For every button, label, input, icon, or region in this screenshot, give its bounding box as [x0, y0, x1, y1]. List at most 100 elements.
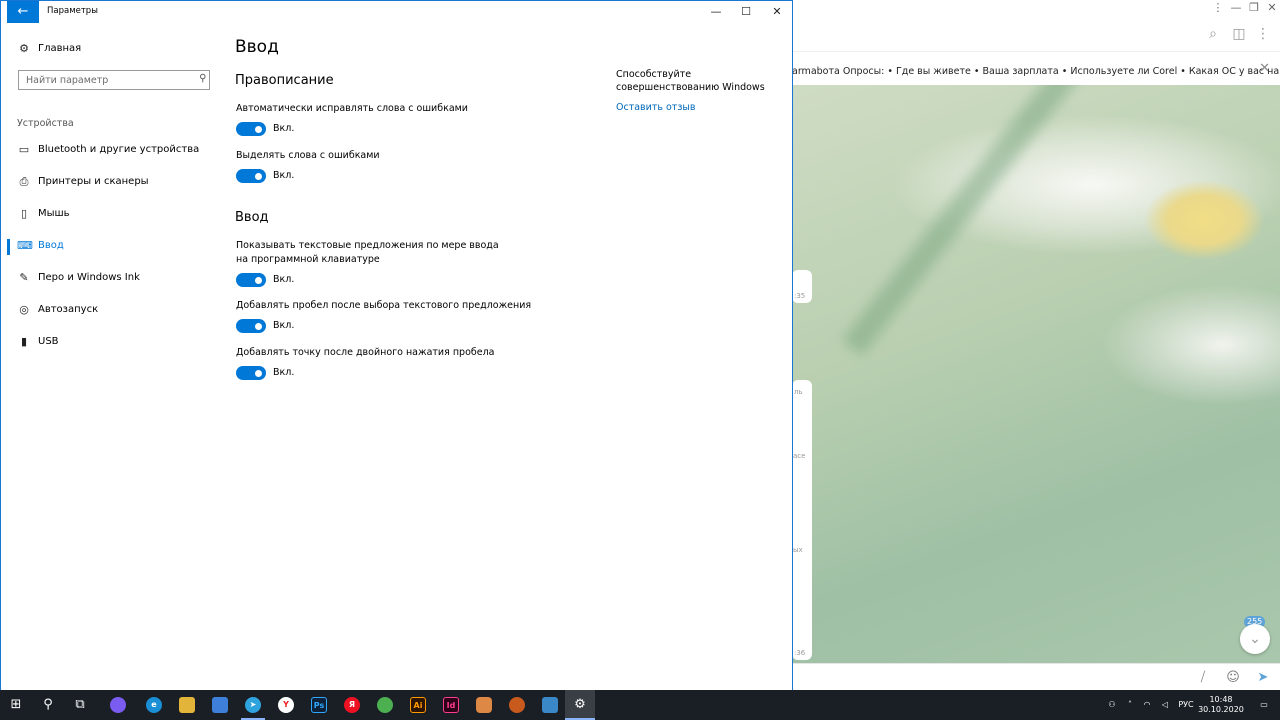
yandex-icon[interactable]: Я: [344, 697, 360, 713]
tg-more-icon[interactable]: ⋮: [1254, 25, 1272, 43]
option-highlight-label: Выделять слова с ошибками: [236, 150, 380, 161]
bluetooth-devices-icon: ▭: [18, 143, 30, 156]
highlight-misspelled-toggle[interactable]: [236, 169, 266, 183]
sidebar-item-typing[interactable]: ⌨ Ввод: [7, 236, 221, 258]
add-space-toggle[interactable]: [236, 319, 266, 333]
telegram-chat-header: ⌕ ◫ ⋮: [792, 16, 1280, 52]
close-button[interactable]: ✕: [762, 1, 792, 23]
settings-sidebar: ⚙ Главная ⚲ Устройства ▭ Bluetooth и дру…: [7, 23, 221, 691]
chat-wallpaper: [792, 85, 1280, 663]
autocorrect-toggle[interactable]: [236, 122, 266, 136]
task-view-icon[interactable]: ⧉: [64, 690, 96, 720]
search-icon[interactable]: ⚲: [199, 73, 206, 84]
settings-gear-icon[interactable]: ⚙: [564, 690, 596, 720]
edge-icon[interactable]: e: [146, 697, 162, 713]
maximize-button[interactable]: ☐: [731, 1, 761, 23]
store-icon[interactable]: [212, 697, 228, 713]
wallpaper-stem: [841, 85, 1121, 357]
toggle-knob: [255, 172, 262, 180]
printer-icon: ⎙: [19, 175, 29, 188]
back-button[interactable]: ←: [7, 1, 39, 23]
photos-icon[interactable]: [476, 697, 492, 713]
volume-icon[interactable]: ◁: [1158, 690, 1172, 720]
page-title: Ввод: [235, 37, 279, 57]
sidebar-item-label: USB: [38, 336, 59, 347]
wifi-icon[interactable]: ◠: [1140, 690, 1154, 720]
sidebar-item-label: Мышь: [38, 208, 70, 219]
start-button[interactable]: ⊞: [0, 690, 32, 720]
telegram-icon[interactable]: ➤: [245, 697, 261, 713]
tg-sidebar-icon[interactable]: ◫: [1230, 25, 1248, 43]
photoshop-icon[interactable]: Ps: [311, 697, 327, 713]
clock-time: 10:48: [1209, 695, 1233, 704]
sidebar-item-label: Bluetooth и другие устройства: [38, 144, 200, 155]
sidebar-item-label: Принтеры и сканеры: [38, 176, 149, 187]
chrome-icon[interactable]: [377, 697, 393, 713]
pinned-text: armabота Опросы: • Где вы живете • Ваша …: [792, 66, 1280, 77]
feedback-link[interactable]: Оставить отзыв: [616, 101, 786, 114]
autoplay-icon: ◎: [19, 303, 29, 316]
toggle-knob: [255, 369, 262, 377]
settings-search[interactable]: ⚲: [18, 70, 210, 90]
indesign-icon[interactable]: Id: [443, 697, 459, 713]
sidebar-item-printers[interactable]: ⎙ Принтеры и сканеры: [7, 172, 221, 194]
message-fragment: ых: [793, 546, 803, 554]
message-time: :36: [794, 649, 806, 657]
toggle-knob: [255, 322, 262, 330]
chat-message[interactable]: ль асе ых :36: [792, 380, 812, 660]
keyboard-icon: ⌨: [17, 239, 33, 252]
sidebar-item-label: Автозапуск: [38, 304, 99, 315]
file-explorer-icon[interactable]: [179, 697, 195, 713]
scroll-down-button[interactable]: ⌄: [1240, 624, 1270, 654]
add-period-toggle[interactable]: [236, 366, 266, 380]
feedback-text: Способствуйте совершенствованию Windows: [616, 69, 765, 93]
sidebar-item-usb[interactable]: ▮ USB: [7, 332, 221, 354]
message-fragment: ль: [794, 388, 803, 396]
feedback-panel: Способствуйте совершенствованию Windows …: [616, 68, 786, 114]
tg-maximize-button[interactable]: ❐: [1246, 0, 1262, 16]
settings-window: ← Параметры — ☐ ✕ ⚙ Главная ⚲ Устройства…: [0, 0, 793, 693]
tg-close-button[interactable]: ✕: [1264, 0, 1280, 16]
tray-chevron-icon[interactable]: ˄: [1124, 690, 1136, 720]
option-add-period-label: Добавлять точку после двойного нажатия п…: [236, 347, 495, 358]
message-time: :35: [794, 292, 806, 300]
minimize-button[interactable]: —: [701, 1, 731, 23]
clock[interactable]: 10:48 30.10.2020: [1196, 695, 1246, 715]
people-icon[interactable]: ⚇: [1104, 690, 1120, 720]
app-icon[interactable]: [509, 697, 525, 713]
search-input[interactable]: [19, 71, 189, 89]
taskbar: ⊞ ⚲ ⧉ e ➤ Y Ps Я Ai Id ⚙ ⚇ ˄ ◠ ◁ РУС 10:…: [0, 690, 1280, 720]
toggle-state-label: Вкл.: [273, 123, 295, 134]
notifications-icon[interactable]: ▭: [1256, 690, 1272, 720]
tg-minimize-button[interactable]: —: [1228, 0, 1244, 16]
text-suggestions-toggle[interactable]: [236, 273, 266, 287]
gear-icon: ⚙: [19, 42, 29, 55]
commands-icon[interactable]: ⧸: [1194, 669, 1212, 687]
pinned-close-icon[interactable]: ✕: [1259, 61, 1270, 76]
language-indicator[interactable]: РУС: [1177, 690, 1195, 720]
tg-menu-icon[interactable]: ⋮: [1210, 0, 1226, 16]
nav-home[interactable]: ⚙ Главная: [7, 39, 221, 59]
nav-home-label: Главная: [38, 43, 82, 54]
section-spelling-title: Правописание: [235, 73, 334, 88]
pen-icon: ✎: [19, 271, 29, 284]
search-icon[interactable]: ⚲: [32, 690, 64, 720]
telegram-pinned-bar[interactable]: armabота Опросы: • Где вы живете • Ваша …: [792, 53, 1280, 85]
sidebar-item-bluetooth[interactable]: ▭ Bluetooth и другие устройства: [7, 140, 221, 162]
chat-message[interactable]: :35: [792, 270, 812, 303]
yandex-browser-icon[interactable]: Y: [278, 697, 294, 713]
emoji-icon[interactable]: ☺: [1224, 669, 1242, 687]
section-typing-title: Ввод: [235, 210, 269, 225]
telegram-message-input[interactable]: ⧸ ☺ ➤: [792, 663, 1280, 690]
alice-icon[interactable]: [110, 697, 126, 713]
tg-search-icon[interactable]: ⌕: [1204, 25, 1222, 43]
toggle-state-label: Вкл.: [273, 274, 295, 285]
send-icon[interactable]: ➤: [1254, 669, 1272, 687]
sidebar-item-pen[interactable]: ✎ Перо и Windows Ink: [7, 268, 221, 290]
sidebar-item-autoplay[interactable]: ◎ Автозапуск: [7, 300, 221, 322]
illustrator-icon[interactable]: Ai: [410, 697, 426, 713]
clock-date: 30.10.2020: [1198, 705, 1244, 714]
toggle-knob: [255, 125, 262, 133]
remote-desktop-icon[interactable]: [542, 697, 558, 713]
sidebar-item-mouse[interactable]: ▯ Мышь: [7, 204, 221, 226]
